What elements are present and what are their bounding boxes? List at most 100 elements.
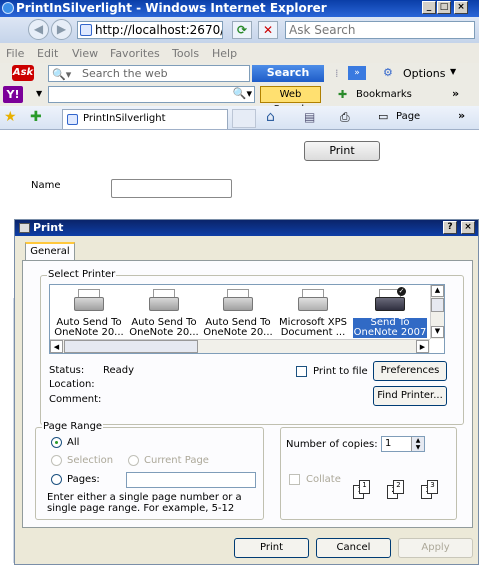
comment-label: Comment: bbox=[49, 394, 102, 405]
printer-icon bbox=[221, 287, 255, 315]
tab-page-icon bbox=[67, 114, 78, 125]
yahoo-dropdown-icon[interactable]: ▼ bbox=[36, 89, 42, 98]
add-favorite-icon[interactable]: ✚ bbox=[30, 109, 42, 125]
ask-search-button[interactable]: Search bbox=[252, 65, 324, 82]
page-menu-button[interactable]: Page bbox=[396, 111, 420, 122]
maximize-button[interactable]: □ bbox=[437, 1, 451, 14]
ask-toolbar: Ask 🔍▾ Search the web Search ⁞ » ⚙ Optio… bbox=[0, 63, 479, 84]
printer-item[interactable]: Microsoft XPS Document ... bbox=[276, 287, 350, 339]
window-title-bar: PrintInSilverlight - Windows Internet Ex… bbox=[0, 0, 479, 17]
menu-bar: File Edit View Favorites Tools Help bbox=[0, 43, 479, 63]
ask-web-search-input[interactable]: 🔍▾ Search the web bbox=[48, 65, 250, 82]
printer-icon bbox=[296, 287, 330, 315]
yahoo-toolbar: Y! ▼ 🔍▾ Web Search ✚ Bookmarks » bbox=[0, 84, 479, 115]
select-printer-label: Select Printer bbox=[47, 269, 117, 280]
selection-radio[interactable] bbox=[51, 455, 62, 466]
background-window-edge bbox=[0, 298, 14, 563]
magnifier-icon: 🔍▾ bbox=[52, 68, 72, 81]
scroll-left-icon[interactable]: ◀ bbox=[50, 340, 63, 353]
yahoo-logo-icon[interactable]: Y! bbox=[3, 86, 23, 103]
yahoo-search-input[interactable]: 🔍▾ bbox=[48, 86, 255, 103]
print-button[interactable]: Print bbox=[234, 538, 309, 558]
print-icon[interactable]: ⎙ bbox=[340, 110, 350, 125]
printer-name-line2: OneNote 20... bbox=[129, 327, 199, 338]
copies-spinner[interactable]: ▲ ▼ bbox=[411, 437, 424, 451]
back-button[interactable]: ◀ bbox=[28, 19, 49, 40]
cancel-button[interactable]: Cancel bbox=[316, 538, 391, 558]
page-range-label: Page Range bbox=[42, 421, 104, 432]
hscroll-thumb[interactable] bbox=[64, 340, 198, 353]
address-field[interactable]: http://localhost:2670/ ▼ bbox=[77, 21, 223, 39]
help-button[interactable]: ? bbox=[443, 221, 457, 234]
pages-radio[interactable] bbox=[51, 474, 62, 485]
menu-tools[interactable]: Tools bbox=[172, 47, 199, 60]
tab-title: PrintInSilverlight bbox=[83, 113, 166, 124]
all-radio[interactable] bbox=[51, 437, 62, 448]
commandbar-overflow-icon[interactable]: » bbox=[458, 109, 465, 122]
forward-button[interactable]: ▶ bbox=[51, 19, 72, 40]
apply-button[interactable]: Apply bbox=[398, 538, 473, 558]
feeds-icon[interactable]: ▤ bbox=[304, 110, 315, 124]
copies-value: 1 bbox=[385, 438, 392, 449]
selection-label: Selection bbox=[67, 455, 114, 466]
page-print-button[interactable]: Print bbox=[304, 141, 380, 161]
printer-list-vscrollbar[interactable]: ▲ ▼ bbox=[430, 285, 444, 339]
find-printer-button[interactable]: Find Printer... bbox=[373, 386, 447, 406]
more-arrows-icon[interactable]: » bbox=[348, 66, 366, 80]
options-button[interactable]: Options bbox=[403, 67, 445, 80]
printer-icon: ✓ bbox=[373, 287, 407, 315]
printer-item[interactable]: Auto Send To OneNote 20... bbox=[201, 287, 275, 339]
menu-help[interactable]: Help bbox=[212, 47, 237, 60]
scroll-up-icon[interactable]: ▲ bbox=[431, 285, 444, 297]
scroll-down-icon[interactable]: ▼ bbox=[431, 326, 444, 338]
printer-item[interactable]: Auto Send To OneNote 20... bbox=[52, 287, 126, 339]
options-dropdown-icon[interactable]: ▼ bbox=[450, 67, 456, 76]
web-search-button[interactable]: Web Search bbox=[260, 86, 321, 115]
menu-view[interactable]: View bbox=[72, 47, 98, 60]
print-to-file-checkbox[interactable] bbox=[296, 366, 307, 377]
new-tab-button[interactable] bbox=[232, 109, 256, 128]
scroll-right-icon[interactable]: ▶ bbox=[416, 340, 429, 353]
stop-button[interactable]: ✕ bbox=[258, 21, 278, 39]
page-icon bbox=[80, 24, 92, 36]
menu-favorites[interactable]: Favorites bbox=[110, 47, 160, 60]
vscroll-thumb[interactable] bbox=[431, 298, 444, 312]
ask-logo-icon: Ask bbox=[12, 65, 34, 81]
home-icon[interactable]: ⌂ bbox=[266, 109, 275, 125]
printer-list[interactable]: Auto Send To OneNote 20... Auto Send To … bbox=[49, 284, 445, 354]
tab-bar: ★ ✚ PrintInSilverlight ⌂ ▤ ⎙ ▭ Page » bbox=[0, 106, 479, 130]
current-page-radio[interactable] bbox=[128, 455, 139, 466]
ask-search-input[interactable]: Ask Search bbox=[285, 21, 475, 39]
bookmarks-button[interactable]: Bookmarks bbox=[356, 89, 412, 100]
print-to-file-label: Print to file bbox=[313, 366, 368, 377]
status-value: Ready bbox=[103, 365, 135, 376]
printer-icon bbox=[147, 287, 181, 315]
copies-input[interactable]: 1 ▲ ▼ bbox=[381, 436, 425, 452]
printer-item-selected[interactable]: ✓ Send To OneNote 2007 bbox=[353, 287, 427, 339]
pages-label: Pages: bbox=[67, 474, 100, 485]
collate-checkbox[interactable] bbox=[289, 474, 300, 485]
tab-general[interactable]: General bbox=[25, 242, 75, 261]
page-range-hint: Enter either a single page number or a s… bbox=[47, 492, 242, 514]
pages-input[interactable] bbox=[126, 472, 256, 488]
favorites-star-icon[interactable]: ★ bbox=[4, 109, 17, 125]
printer-list-hscrollbar[interactable]: ◀ ▶ bbox=[50, 339, 430, 353]
menu-edit[interactable]: Edit bbox=[37, 47, 58, 60]
minimize-button[interactable]: _ bbox=[422, 1, 436, 14]
default-check-icon: ✓ bbox=[397, 287, 406, 296]
copies-label: Number of copies: bbox=[286, 439, 378, 450]
close-dialog-button[interactable]: × bbox=[461, 221, 475, 234]
tab-printinsilverlight[interactable]: PrintInSilverlight bbox=[62, 109, 228, 129]
menu-file[interactable]: File bbox=[6, 47, 24, 60]
name-label: Name bbox=[31, 180, 61, 191]
location-label: Location: bbox=[49, 379, 95, 390]
printer-title-icon bbox=[19, 223, 30, 233]
close-window-button[interactable]: × bbox=[454, 1, 468, 14]
address-text: http://localhost:2670/ bbox=[95, 23, 223, 37]
name-input[interactable] bbox=[111, 179, 232, 198]
toolbar-overflow-icon[interactable]: » bbox=[452, 87, 459, 100]
preferences-button[interactable]: Preferences bbox=[373, 361, 447, 381]
refresh-button[interactable]: ⟳ bbox=[232, 21, 252, 39]
printer-item[interactable]: Auto Send To OneNote 20... bbox=[127, 287, 201, 339]
collate-label: Collate bbox=[306, 474, 341, 485]
